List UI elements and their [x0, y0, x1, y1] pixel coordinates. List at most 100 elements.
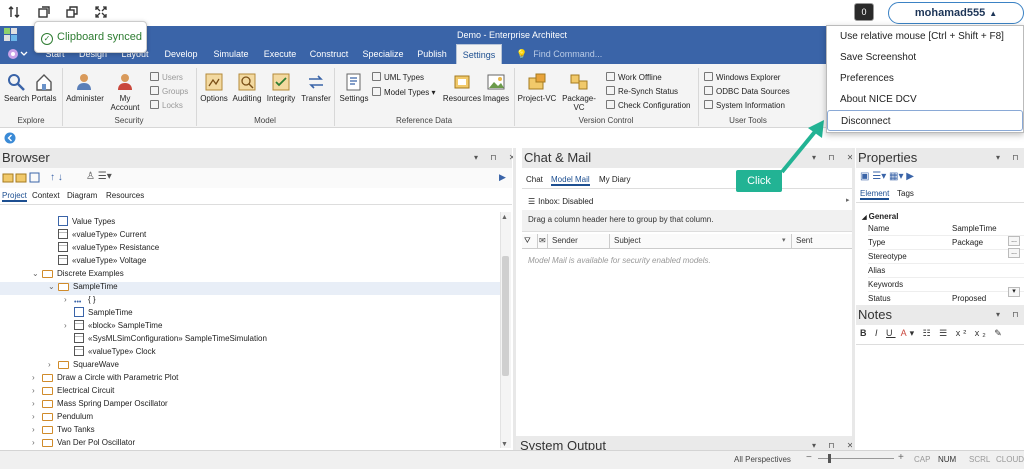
- expand-right-icon[interactable]: ›: [64, 293, 74, 306]
- scrollbar-thumb[interactable]: [502, 256, 509, 376]
- menu-item-preferences[interactable]: Preferences: [827, 68, 1023, 89]
- tab-specialize[interactable]: Specialize: [358, 44, 408, 64]
- chat-tab-my-diary[interactable]: My Diary: [599, 175, 631, 184]
- windows-explorer-button[interactable]: Windows Explorer: [704, 71, 780, 85]
- chat-tab-chat[interactable]: Chat: [526, 175, 543, 184]
- scroll-up-icon[interactable]: ▲: [501, 214, 508, 221]
- system-information-button[interactable]: System Information: [704, 99, 785, 113]
- tree-item[interactable]: › Van Der Pol Oscillator: [0, 436, 500, 449]
- tab-settings[interactable]: Settings: [456, 44, 502, 64]
- transfer-button[interactable]: Transfer: [300, 72, 332, 103]
- menu-item-disconnect[interactable]: Disconnect: [827, 110, 1023, 131]
- tree-item[interactable]: › Mass Spring Damper Oscillator: [0, 397, 500, 410]
- browser-tab-context[interactable]: Context: [32, 191, 60, 200]
- scroll-down-icon[interactable]: ▼: [501, 441, 508, 448]
- menu-item-save-screenshot[interactable]: Save Screenshot: [827, 47, 1023, 68]
- tree-item[interactable]: ⌄ SampleTime: [0, 280, 500, 293]
- tree-item[interactable]: «valueType» Current: [0, 228, 500, 241]
- expand-right-icon[interactable]: ▶: [499, 172, 507, 182]
- tree-item[interactable]: › ••• { }: [0, 293, 500, 306]
- property-row[interactable]: Type Package: [868, 236, 1024, 250]
- properties-tab-element[interactable]: Element: [860, 189, 890, 200]
- status-dropdown-button[interactable]: ▾: [1008, 287, 1020, 297]
- resources-button[interactable]: Resources: [442, 72, 482, 103]
- administer-button[interactable]: Administer: [64, 72, 106, 103]
- type-ellipsis-button[interactable]: ...: [1008, 236, 1020, 246]
- splitter[interactable]: [513, 148, 516, 450]
- locks-button[interactable]: Locks: [150, 99, 183, 113]
- expand-right-icon[interactable]: ›: [48, 358, 58, 371]
- tab-publish[interactable]: Publish: [414, 44, 450, 64]
- tab-simulate[interactable]: Simulate: [208, 44, 254, 64]
- sort-arrows-icon[interactable]: [6, 4, 26, 22]
- search-button[interactable]: Search: [4, 72, 29, 103]
- browser-menu-icon[interactable]: ♙ ☰▾: [86, 171, 122, 183]
- expand-right-icon[interactable]: ›: [32, 423, 42, 436]
- integrity-button[interactable]: Integrity: [264, 72, 298, 103]
- property-row[interactable]: Status Proposed: [868, 292, 1024, 306]
- caret-icon[interactable]: ▸: [846, 196, 850, 204]
- back-arrow-icon[interactable]: [4, 132, 16, 144]
- resynch-status-button[interactable]: Re-Synch Status: [606, 85, 678, 99]
- inbox-status[interactable]: ☰ Inbox: Disabled: [528, 195, 593, 209]
- browser-folder-icons[interactable]: [2, 171, 42, 185]
- work-offline-button[interactable]: Work Offline: [606, 71, 662, 85]
- expand-right-icon[interactable]: ›: [32, 397, 42, 410]
- properties-toolbar-icons[interactable]: ▣ ☰▾ ▦▾ ▶: [860, 171, 920, 183]
- expand-down-icon[interactable]: ⌄: [48, 280, 58, 293]
- browser-tab-resources[interactable]: Resources: [106, 191, 144, 200]
- properties-tab-tags[interactable]: Tags: [897, 189, 914, 198]
- menu-item-relative-mouse[interactable]: Use relative mouse [Ctrl + Shift + F8]: [827, 26, 1023, 47]
- tree-item[interactable]: «valueType» Voltage: [0, 254, 500, 267]
- chat-tab-model-mail[interactable]: Model Mail: [551, 175, 590, 186]
- browser-tab-project[interactable]: Project: [2, 191, 27, 202]
- browser-tab-diagram[interactable]: Diagram: [67, 191, 97, 200]
- tree-item[interactable]: Value Types: [0, 215, 500, 228]
- package-vc-button[interactable]: Package-VC: [558, 72, 600, 112]
- zoom-slider-thumb[interactable]: [828, 454, 831, 463]
- copy-window-icon[interactable]: [36, 4, 56, 22]
- tree-item[interactable]: › Pendulum: [0, 410, 500, 423]
- property-row[interactable]: Stereotype: [868, 250, 1024, 264]
- tree-item[interactable]: «SysMLSimConfiguration» SampleTimeSimula…: [0, 332, 500, 345]
- users-button[interactable]: Users: [150, 71, 183, 85]
- expand-right-icon[interactable]: ›: [64, 319, 74, 332]
- stereotype-ellipsis-button[interactable]: ...: [1008, 248, 1020, 258]
- tree-item[interactable]: › Electrical Circuit: [0, 384, 500, 397]
- tree-item[interactable]: › SquareWave: [0, 358, 500, 371]
- expand-right-icon[interactable]: ›: [32, 410, 42, 423]
- options-button[interactable]: Options: [198, 72, 230, 103]
- settings-button[interactable]: Settings: [338, 72, 370, 103]
- model-types-button[interactable]: Model Types ▾: [372, 86, 435, 100]
- notification-badge[interactable]: 0: [854, 3, 874, 21]
- property-row[interactable]: Name SampleTime: [868, 222, 1024, 236]
- column-subject[interactable]: Subject: [610, 234, 792, 248]
- my-account-button[interactable]: My Account: [106, 72, 144, 112]
- splitter[interactable]: [852, 148, 855, 450]
- tree-item[interactable]: SampleTime: [0, 306, 500, 319]
- property-row[interactable]: Alias: [868, 264, 1024, 278]
- expand-down-icon[interactable]: ⌄: [32, 267, 42, 280]
- tree-item[interactable]: › Draw a Circle with Parametric Plot: [0, 371, 500, 384]
- check-configuration-button[interactable]: Check Configuration: [606, 99, 690, 113]
- expand-right-icon[interactable]: ›: [32, 384, 42, 397]
- perspectives-label[interactable]: All Perspectives: [734, 455, 791, 464]
- zoom-in-icon[interactable]: +: [898, 452, 904, 463]
- portals-button[interactable]: Portals: [30, 72, 58, 103]
- menu-item-about[interactable]: About NICE DCV: [827, 89, 1023, 110]
- images-button[interactable]: Images: [482, 72, 510, 103]
- tree-item[interactable]: «valueType» Resistance: [0, 241, 500, 254]
- filter-icon[interactable]: ⛛: [522, 234, 538, 248]
- tree-item[interactable]: › «block» SampleTime: [0, 319, 500, 332]
- restore-window-icon[interactable]: [64, 4, 84, 22]
- tab-execute[interactable]: Execute: [260, 44, 300, 64]
- panel-controls[interactable]: ▾ ⊓: [996, 310, 1023, 319]
- user-menu-button[interactable]: mohamad555 ▲: [888, 2, 1024, 24]
- fullscreen-icon[interactable]: [93, 4, 113, 22]
- panel-controls[interactable]: ▾ ⊓: [996, 153, 1023, 162]
- app-menu-icon[interactable]: [6, 47, 28, 61]
- zoom-out-icon[interactable]: −: [806, 452, 812, 463]
- tab-construct[interactable]: Construct: [306, 44, 352, 64]
- column-sender[interactable]: Sender: [548, 234, 610, 248]
- tree-item[interactable]: «valueType» Clock: [0, 345, 500, 358]
